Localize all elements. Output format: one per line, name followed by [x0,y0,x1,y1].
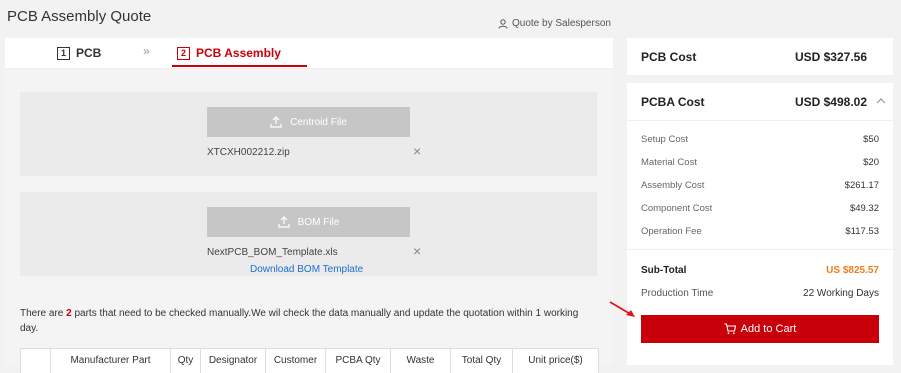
table-header-cell: Designator [201,349,266,373]
production-time-label: Production Time [641,288,714,299]
production-time-value: 22 Working Days [803,288,879,299]
table-header-cell: Waste [391,349,451,373]
divider [627,249,893,250]
manual-check-notice: There are 2 parts that need to be checke… [20,306,580,336]
table-header-cell: Qty [171,349,201,373]
step-tabs: 1 PCB » 2 PCB Assembly [5,38,613,69]
tab-pcb[interactable]: 1 PCB [57,46,101,60]
quote-by-salesperson-link[interactable]: Quote by Salesperson [498,18,611,29]
bom-file-name: NextPCB_BOM_Template.xls [207,247,338,258]
notice-suffix: parts that need to be checked manually.W… [20,308,579,334]
subtotal-value: US $825.57 [826,265,879,276]
quote-form-panel: 1 PCB » 2 PCB Assembly Centroid File XTC… [5,38,613,373]
add-to-cart-label: Add to Cart [740,323,797,335]
chevron-up-icon[interactable] [876,96,886,106]
cost-row-setup: Setup Cost $50 [641,134,879,145]
step-number: 2 [177,46,190,60]
close-icon[interactable]: × [413,144,421,158]
cost-value: $20 [863,157,879,168]
centroid-file-name: XTCXH002212.zip [207,147,290,158]
parts-table-header: Manufacturer Part Qty Designator Custome… [20,348,599,373]
cost-label: Component Cost [641,203,713,214]
upload-button-label: BOM File [297,216,340,228]
cost-label: Operation Fee [641,226,702,237]
bom-upload-button[interactable]: BOM File [207,207,410,237]
form-content: Centroid File XTCXH002212.zip × BOM File… [5,69,613,373]
close-icon[interactable]: × [413,244,421,258]
step-label: PCB [76,46,102,60]
cost-row-assembly: Assembly Cost $261.17 [641,180,879,191]
upload-button-label: Centroid File [290,116,347,128]
step-number: 1 [57,46,70,60]
pcb-cost-card: PCB Cost USD $327.56 [627,38,893,75]
cost-value: $261.17 [844,180,879,191]
table-header-cell: Unit price($) [528,355,583,366]
notice-prefix: There are [20,308,67,319]
bom-upload-section: BOM File NextPCB_BOM_Template.xls × Down… [20,192,597,276]
download-bom-template-link[interactable]: Download BOM Template [250,264,363,275]
person-icon [498,18,508,29]
upload-icon [270,116,282,128]
cost-label: Setup Cost [641,134,688,145]
cost-label: Material Cost [641,157,697,168]
centroid-upload-button[interactable]: Centroid File [207,107,410,137]
table-header-cell: Manufacturer Part [51,349,171,373]
cost-value: $117.53 [845,226,879,237]
salesperson-label: Quote by Salesperson [512,18,611,29]
pcba-cost-card: PCBA Cost USD $498.02 Setup Cost $50 Mat… [627,83,893,365]
cost-row-material: Material Cost $20 [641,157,879,168]
cart-icon [724,323,736,335]
pcba-cost-label: PCBA Cost [641,95,705,109]
page-title: PCB Assembly Quote [7,8,152,25]
arrow-icon [609,301,635,317]
step-label: PCB Assembly [196,46,281,60]
pcb-cost-label: PCB Cost [641,50,697,64]
cost-row-operation: Operation Fee $117.53 [641,226,879,237]
tab-pcb-assembly[interactable]: 2 PCB Assembly [177,46,281,60]
pcba-cost-value: USD $498.02 [794,95,867,109]
upload-icon [278,216,290,228]
table-header-cell: Customer [266,349,326,373]
cost-value: $49.32 [849,203,879,214]
cost-label: Assembly Cost [641,180,705,191]
step-separator-icon: » [143,44,150,58]
divider [627,120,893,121]
table-header-cell [21,349,51,373]
cost-value: $50 [863,134,879,145]
table-header-cell: PCBA Qty [326,349,391,373]
cost-row-component: Component Cost $49.32 [641,203,879,214]
add-to-cart-button[interactable]: Add to Cart [641,315,879,343]
table-header-cell: Total Qty [451,349,513,373]
centroid-upload-section: Centroid File XTCXH002212.zip × [20,92,597,176]
active-tab-indicator [172,65,307,67]
pcb-cost-value: USD $327.56 [794,50,867,64]
subtotal-label: Sub-Total [641,265,687,276]
